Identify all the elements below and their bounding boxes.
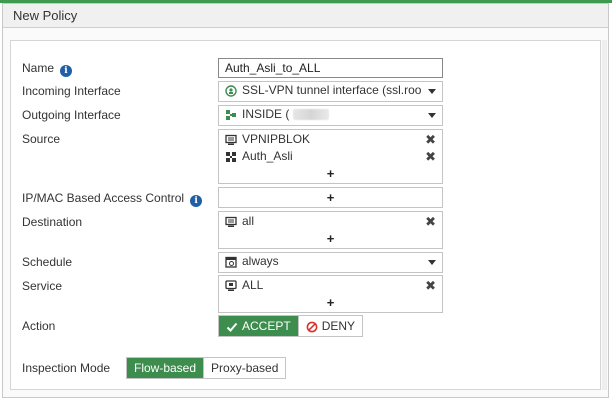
list-item[interactable]: ALL ✖ xyxy=(219,277,442,294)
ssl-vpn-icon xyxy=(225,85,237,97)
accept-button[interactable]: ACCEPT xyxy=(219,316,298,336)
list-item[interactable]: VPNIPBLOK ✖ xyxy=(219,131,442,148)
service-label: Service xyxy=(22,279,63,293)
flow-based-button[interactable]: Flow-based xyxy=(127,358,204,378)
destination-list[interactable]: all ✖ + xyxy=(218,211,443,249)
info-icon[interactable]: i xyxy=(190,195,203,207)
incoming-interface-select[interactable]: SSL-VPN tunnel interface (ssl.roo xyxy=(218,81,443,102)
check-icon xyxy=(226,322,238,332)
name-input[interactable] xyxy=(218,58,443,78)
proxy-based-button[interactable]: Proxy-based xyxy=(203,358,286,378)
service-icon xyxy=(225,280,237,291)
info-icon[interactable]: i xyxy=(60,65,73,77)
ipmac-label: IP/MAC Based Access Control i xyxy=(22,191,203,207)
chevron-down-icon xyxy=(428,260,436,265)
action-toggle: ACCEPT DENY xyxy=(218,315,364,337)
add-service-button[interactable]: + xyxy=(219,294,442,311)
deny-icon xyxy=(306,321,318,333)
outgoing-interface-label: Outgoing Interface xyxy=(22,108,121,122)
port-icon xyxy=(226,109,236,120)
add-source-button[interactable]: + xyxy=(219,165,442,182)
chevron-down-icon xyxy=(428,113,436,118)
add-destination-button[interactable]: + xyxy=(219,230,442,247)
schedule-icon xyxy=(225,256,237,268)
remove-icon[interactable]: ✖ xyxy=(425,131,436,148)
remove-icon[interactable]: ✖ xyxy=(425,213,436,230)
inspection-mode-toggle: Flow-based Proxy-based xyxy=(126,357,287,379)
destination-label: Destination xyxy=(22,215,83,229)
inspection-mode-label: Inspection Mode xyxy=(22,361,111,375)
incoming-interface-label: Incoming Interface xyxy=(22,84,121,98)
service-list[interactable]: ALL ✖ + xyxy=(218,275,443,313)
outgoing-interface-value: INSIDE ( xyxy=(242,107,290,122)
list-item[interactable]: all ✖ xyxy=(219,213,442,230)
schedule-select[interactable]: always xyxy=(218,252,443,273)
remove-icon[interactable]: ✖ xyxy=(425,277,436,294)
source-label: Source xyxy=(22,132,61,146)
outgoing-interface-select[interactable]: INSIDE ( xyxy=(218,105,443,126)
deny-button[interactable]: DENY xyxy=(297,316,363,336)
schedule-label: Schedule xyxy=(22,255,73,269)
remove-icon[interactable]: ✖ xyxy=(425,148,436,165)
redacted-region xyxy=(293,109,330,121)
scrollbar[interactable] xyxy=(602,40,607,390)
address-icon xyxy=(225,216,237,227)
dialog-title: New Policy xyxy=(3,4,608,28)
address-icon xyxy=(225,134,237,145)
add-ipmac-button[interactable]: + xyxy=(219,188,442,205)
user-group-icon xyxy=(226,151,236,162)
name-label: Name i xyxy=(22,61,73,77)
ipmac-list[interactable]: + xyxy=(218,187,443,208)
action-label: Action xyxy=(22,319,56,333)
schedule-value: always xyxy=(242,254,279,269)
chevron-down-icon xyxy=(428,89,436,94)
source-list[interactable]: VPNIPBLOK ✖ Auth_Asli ✖ + xyxy=(218,129,443,184)
list-item[interactable]: Auth_Asli ✖ xyxy=(219,148,442,165)
incoming-interface-value: SSL-VPN tunnel interface (ssl.roo xyxy=(242,83,422,98)
